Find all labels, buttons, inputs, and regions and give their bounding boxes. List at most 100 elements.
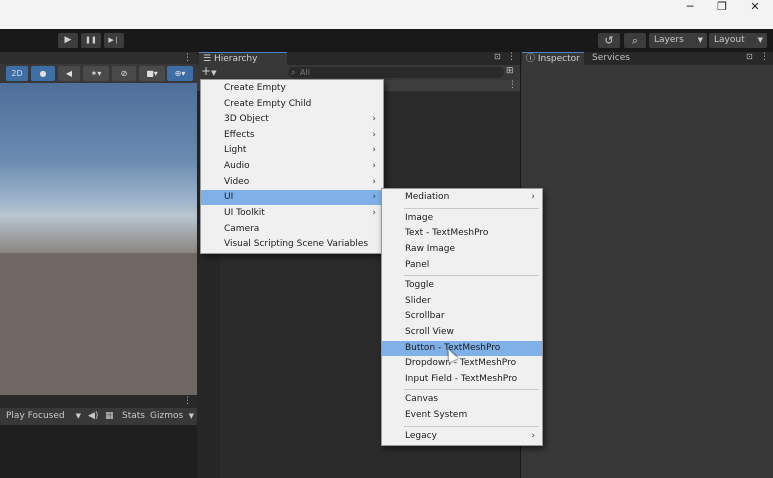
search-icon: ⌕ [631, 34, 639, 47]
hierarchy-menu-icon[interactable]: ⋮ [507, 52, 516, 62]
chevron-right-icon: › [372, 192, 376, 202]
game-tab-row [0, 396, 197, 406]
restore-icon[interactable]: ❐ [706, 0, 738, 14]
ui-submenu-item[interactable]: Event System [382, 408, 542, 423]
ui-submenu-item[interactable]: Legacy › [382, 429, 542, 444]
create-menu-item[interactable]: UI › [201, 190, 383, 205]
add-button[interactable]: +▼ [201, 65, 216, 80]
gizmos-dropdown[interactable]: Gizmos ▼ [150, 410, 194, 423]
mute-audio-icon[interactable]: ◀) [88, 410, 98, 423]
create-menu-item-label: UI Toolkit [224, 208, 265, 218]
ui-submenu-item-label: Canvas [405, 394, 439, 404]
inspector-menu-icon[interactable]: ⋮ [760, 52, 769, 62]
create-menu-item-label: Camera [224, 224, 260, 234]
chevron-right-icon: › [372, 130, 376, 140]
scene-menu-icon[interactable]: ⋮ [183, 53, 192, 63]
ui-submenu-item-label: Slider [405, 296, 431, 306]
play-focused-label: Play Focused [6, 411, 65, 421]
stats-button[interactable]: Stats [122, 410, 145, 423]
play-button[interactable]: ▶ [58, 33, 78, 48]
inspector-tab-label: Inspector [537, 54, 580, 64]
create-menu-item-label: Visual Scripting Scene Variables [224, 239, 369, 249]
menu-separator [404, 389, 539, 390]
audio-icon: ◀ [65, 69, 73, 78]
play-icon: ▶ [64, 35, 72, 45]
ui-submenu-item[interactable]: Image [382, 211, 542, 226]
fx-dropdown[interactable]: ✶▾ [83, 66, 109, 81]
menu-separator [404, 426, 539, 427]
hidden-icon: ⊘ [120, 69, 128, 78]
ui-submenu: Mediation › Image Text - TextMeshPro Raw Ima… [381, 188, 543, 446]
gizmos-label: Gizmos [150, 411, 184, 421]
hierarchy-search-input[interactable]: All [288, 67, 504, 78]
create-menu-item[interactable]: Audio › [201, 159, 383, 174]
audio-toggle[interactable]: ◀ [58, 66, 80, 81]
ui-submenu-item-label: Legacy [405, 431, 437, 441]
close-icon[interactable]: ✕ [739, 0, 771, 14]
ui-submenu-item[interactable]: Scroll View [382, 325, 542, 340]
camera-dropdown[interactable]: ■▾ [139, 66, 165, 81]
tab-inspector[interactable]: ⓘ Inspector [522, 52, 584, 65]
ui-submenu-item[interactable]: Slider [382, 294, 542, 309]
create-menu-item[interactable]: Video › [201, 175, 383, 190]
create-menu-item-label: Create Empty [224, 83, 286, 93]
ui-submenu-item[interactable]: Canvas [382, 392, 542, 407]
ui-submenu-item[interactable]: Scrollbar [382, 309, 542, 324]
minimize-icon[interactable]: ─ [674, 0, 706, 14]
game-menu-icon[interactable]: ⋮ [183, 396, 192, 406]
ui-submenu-item[interactable]: Input Field - TextMeshPro [382, 372, 542, 387]
search-button[interactable]: ⌕ [624, 33, 646, 48]
pause-button[interactable]: ❚❚ [81, 33, 101, 48]
step-icon: ▶❘ [108, 36, 120, 44]
create-menu-item[interactable]: Light › [201, 143, 383, 158]
scene-row-menu-icon[interactable]: ⋮ [508, 80, 517, 91]
history-button[interactable]: ↺ [598, 33, 620, 48]
ui-submenu-item-label: Input Field - TextMeshPro [405, 374, 518, 384]
lighting-toggle[interactable]: ● [31, 66, 55, 81]
layout-dropdown[interactable]: Layout ▼ [709, 33, 767, 48]
create-menu-item[interactable]: Create Empty Child [201, 97, 383, 112]
ui-submenu-item[interactable]: Dropdown - TextMeshPro [382, 356, 542, 371]
chevron-right-icon: › [372, 114, 376, 124]
scene-sky[interactable] [0, 83, 197, 253]
pause-icon: ❚❚ [85, 36, 97, 44]
chevron-right-icon: › [531, 192, 535, 202]
lock-icon[interactable]: ⊡ [746, 52, 753, 61]
create-menu-item[interactable]: Visual Scripting Scene Variables [201, 237, 383, 252]
search-placeholder: All [300, 68, 310, 77]
2d-label: 2D [11, 69, 23, 78]
2d-toggle-button[interactable]: 2D [6, 66, 28, 81]
create-menu-item-label: Audio [224, 161, 250, 171]
ui-submenu-item[interactable]: Button - TextMeshPro [382, 341, 542, 356]
inspector-body [521, 65, 773, 478]
create-menu-item[interactable]: 3D Object › [201, 112, 383, 127]
chevron-right-icon: › [372, 177, 376, 187]
lock-icon[interactable]: ⊡ [494, 52, 501, 61]
tab-hierarchy[interactable]: ☰ Hierarchy [199, 52, 287, 65]
stats-icon: ▦ [105, 411, 114, 421]
chevron-down-icon: ▼ [697, 36, 703, 44]
layers-dropdown[interactable]: Layers ▼ [649, 33, 707, 48]
tab-services[interactable]: Services [588, 52, 652, 65]
chevron-down-icon: ▼ [75, 412, 81, 420]
ui-submenu-item[interactable]: Mediation › [382, 190, 542, 205]
play-focused-dropdown[interactable]: Play Focused ▼ [6, 410, 82, 423]
chevron-right-icon: › [372, 208, 376, 218]
create-menu-item-label: Effects [224, 130, 255, 140]
create-menu-item-label: Light [224, 145, 247, 155]
create-menu-item[interactable]: Create Empty [201, 81, 383, 96]
create-menu-item[interactable]: Camera [201, 222, 383, 237]
scene-ground[interactable] [0, 253, 197, 395]
gizmo-dropdown[interactable]: ⊕▾ [167, 66, 193, 81]
create-menu-item[interactable]: UI Toolkit › [201, 206, 383, 221]
filter-icon[interactable]: ⊞ [506, 66, 514, 76]
ui-submenu-item[interactable]: Text - TextMeshPro [382, 226, 542, 241]
ui-submenu-item[interactable]: Panel [382, 258, 542, 273]
step-button[interactable]: ▶❘ [104, 33, 124, 48]
ui-submenu-item[interactable]: Toggle [382, 278, 542, 293]
hidden-objects-toggle[interactable]: ⊘ [112, 66, 136, 81]
create-menu-item[interactable]: Effects › [201, 128, 383, 143]
ui-submenu-item-label: Toggle [405, 280, 434, 290]
ui-submenu-item[interactable]: Raw Image [382, 242, 542, 257]
ui-submenu-item-label: Dropdown - TextMeshPro [405, 358, 517, 368]
